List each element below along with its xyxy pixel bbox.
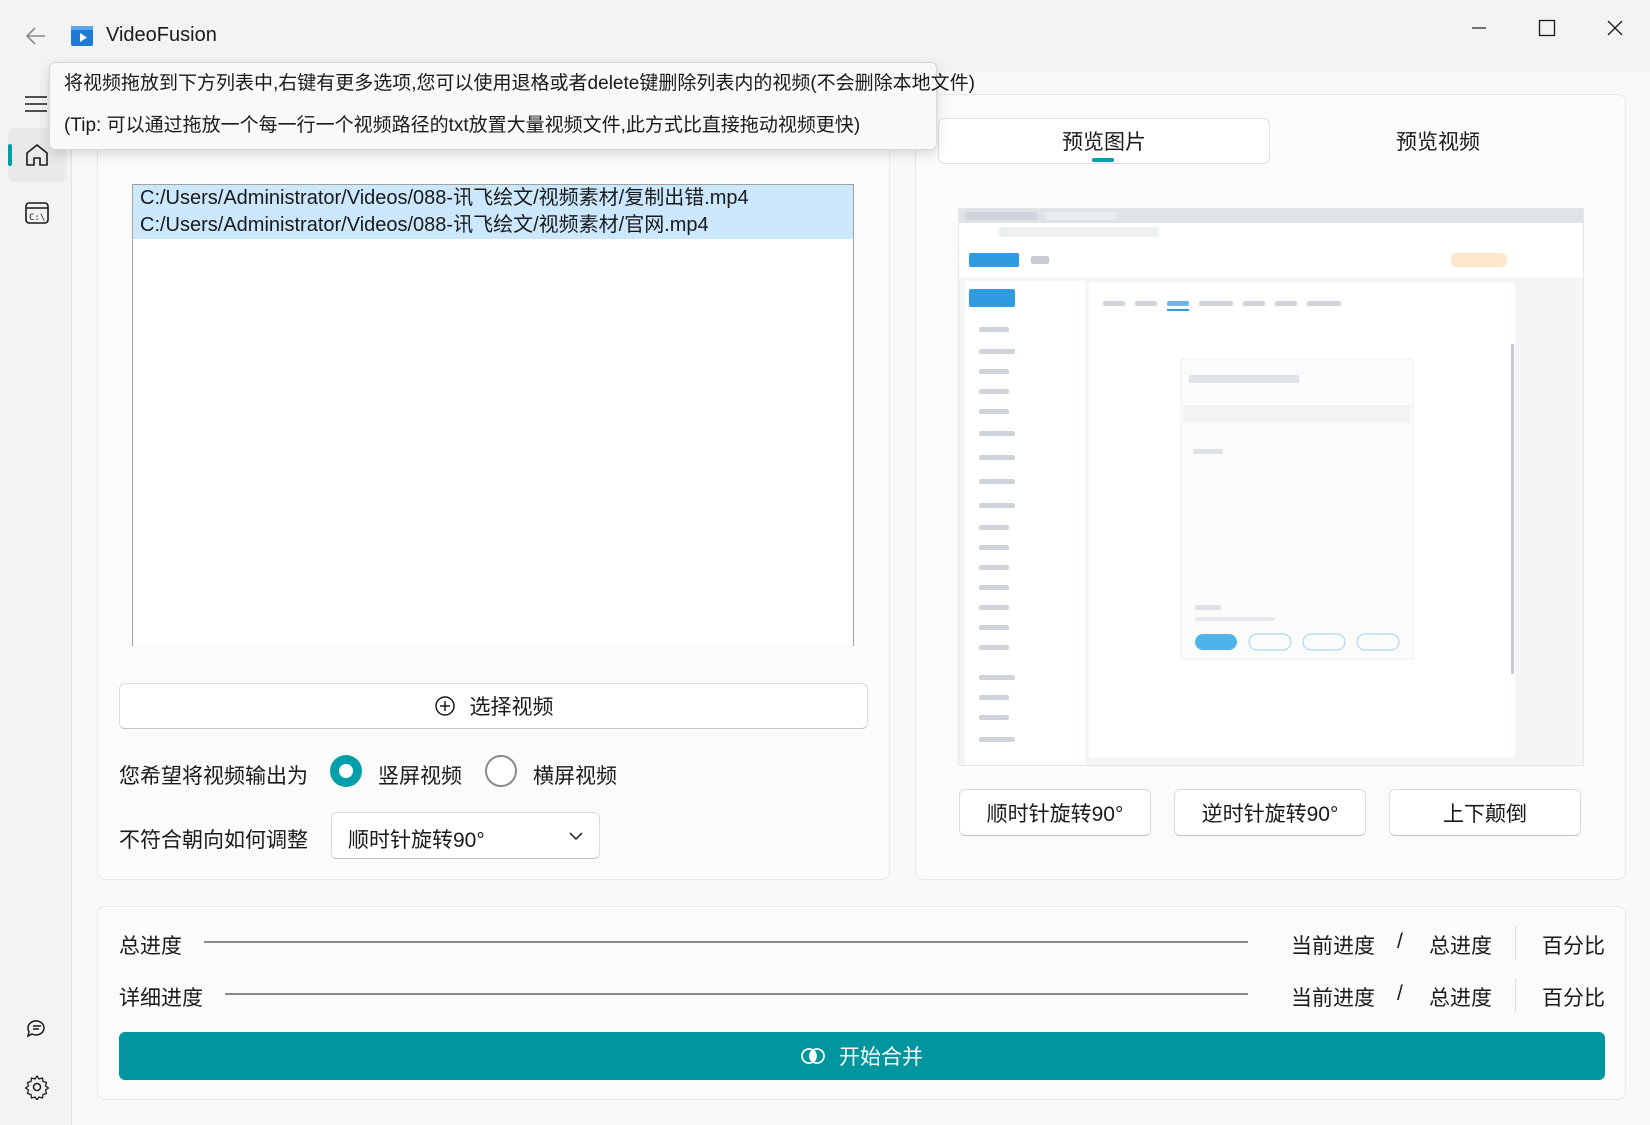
arrow-left-icon bbox=[25, 27, 45, 45]
total-current-value: 当前进度 bbox=[1291, 935, 1375, 958]
preview-screenshot-image bbox=[959, 209, 1583, 765]
tab-preview-video[interactable]: 预览视频 bbox=[1272, 118, 1604, 164]
nav-active-indicator bbox=[8, 144, 12, 166]
app-title: VideoFusion bbox=[106, 24, 217, 46]
start-merge-button[interactable]: 开始合并 bbox=[119, 1032, 1605, 1080]
select-video-label: 选择视频 bbox=[469, 696, 554, 719]
settings-icon bbox=[24, 1075, 50, 1100]
detail-total-value: 总进度 bbox=[1429, 987, 1492, 1010]
sidebar-item-settings[interactable] bbox=[8, 1060, 66, 1114]
tab-preview-video-label: 预览视频 bbox=[1396, 131, 1480, 154]
total-total-value: 总进度 bbox=[1429, 935, 1492, 958]
video-file-list[interactable]: C:/Users/Administrator/Videos/088-讯飞绘文/视… bbox=[132, 184, 854, 646]
total-percent-value: 百分比 bbox=[1542, 935, 1605, 958]
feedback-icon bbox=[26, 1020, 45, 1038]
list-item[interactable]: C:/Users/Administrator/Videos/088-讯飞绘文/视… bbox=[133, 212, 853, 239]
tooltip-line-2: (Tip: 可以通过拖放一个每一行一个视频路径的txt放置大量视频文件,此方式比… bbox=[64, 115, 861, 136]
sidebar-item-feedback[interactable] bbox=[8, 1002, 66, 1056]
orientation-combobox-value: 顺时针旋转90° bbox=[348, 829, 485, 852]
preview-image bbox=[958, 208, 1584, 766]
flip-vertical-button[interactable]: 上下颠倒 bbox=[1389, 789, 1581, 836]
rotate-clockwise-label: 顺时针旋转90° bbox=[986, 802, 1124, 826]
minimize-button[interactable] bbox=[1446, 8, 1512, 48]
back-button[interactable] bbox=[18, 18, 54, 54]
tab-selected-indicator bbox=[1092, 158, 1114, 162]
radio-landscape[interactable] bbox=[485, 755, 517, 787]
total-progress-label: 总进度 bbox=[119, 935, 182, 958]
chevron-down-icon bbox=[569, 832, 583, 841]
terminal-icon: C:\ bbox=[25, 202, 49, 224]
add-circle-icon bbox=[434, 696, 455, 716]
divider bbox=[1515, 926, 1516, 960]
hamburger-icon bbox=[25, 96, 47, 112]
select-video-button[interactable]: 选择视频 bbox=[119, 683, 868, 729]
total-progress-bar bbox=[204, 941, 1248, 943]
app-logo-icon bbox=[71, 26, 93, 46]
flip-vertical-label: 上下颠倒 bbox=[1443, 802, 1527, 826]
detail-progress-bar bbox=[225, 993, 1248, 995]
list-item[interactable]: C:/Users/Administrator/Videos/088-讯飞绘文/视… bbox=[133, 185, 853, 212]
divider bbox=[1515, 978, 1516, 1012]
close-icon bbox=[1607, 20, 1623, 36]
home-icon bbox=[26, 144, 48, 166]
detail-progress-label: 详细进度 bbox=[119, 987, 203, 1010]
detail-slash: / bbox=[1397, 982, 1403, 1005]
sidebar: C:\ bbox=[0, 72, 72, 1125]
tab-preview-image-label: 预览图片 bbox=[1062, 131, 1146, 154]
rotate-counterclockwise-label: 逆时针旋转90° bbox=[1201, 802, 1339, 826]
close-button[interactable] bbox=[1582, 8, 1648, 48]
radio-portrait-label[interactable]: 竖屏视频 bbox=[378, 760, 462, 790]
tooltip-line-1: 将视频拖放到下方列表中,右键有更多选项,您可以使用退格或者delete键删除列表… bbox=[64, 73, 975, 94]
detail-percent-value: 百分比 bbox=[1542, 987, 1605, 1010]
rotate-counterclockwise-button[interactable]: 逆时针旋转90° bbox=[1174, 789, 1366, 836]
maximize-button[interactable] bbox=[1514, 8, 1580, 48]
minimize-icon bbox=[1472, 27, 1486, 29]
radio-landscape-label[interactable]: 横屏视频 bbox=[533, 760, 617, 790]
orientation-combobox[interactable]: 顺时针旋转90° bbox=[331, 812, 600, 859]
total-slash: / bbox=[1397, 930, 1403, 953]
output-orientation-label: 您希望将视频输出为 bbox=[119, 765, 308, 788]
merge-icon bbox=[801, 1048, 825, 1064]
svg-text:C:\: C:\ bbox=[29, 213, 45, 223]
adjust-orientation-label: 不符合朝向如何调整 bbox=[119, 829, 308, 852]
detail-current-value: 当前进度 bbox=[1291, 987, 1375, 1010]
drag-drop-tooltip: 将视频拖放到下方列表中,右键有更多选项,您可以使用退格或者delete键删除列表… bbox=[49, 62, 975, 150]
rotate-clockwise-button[interactable]: 顺时针旋转90° bbox=[959, 789, 1151, 836]
sidebar-item-terminal[interactable]: C:\ bbox=[8, 186, 66, 240]
start-merge-label: 开始合并 bbox=[839, 1046, 923, 1069]
maximize-icon bbox=[1538, 19, 1556, 37]
radio-portrait[interactable] bbox=[330, 755, 362, 787]
